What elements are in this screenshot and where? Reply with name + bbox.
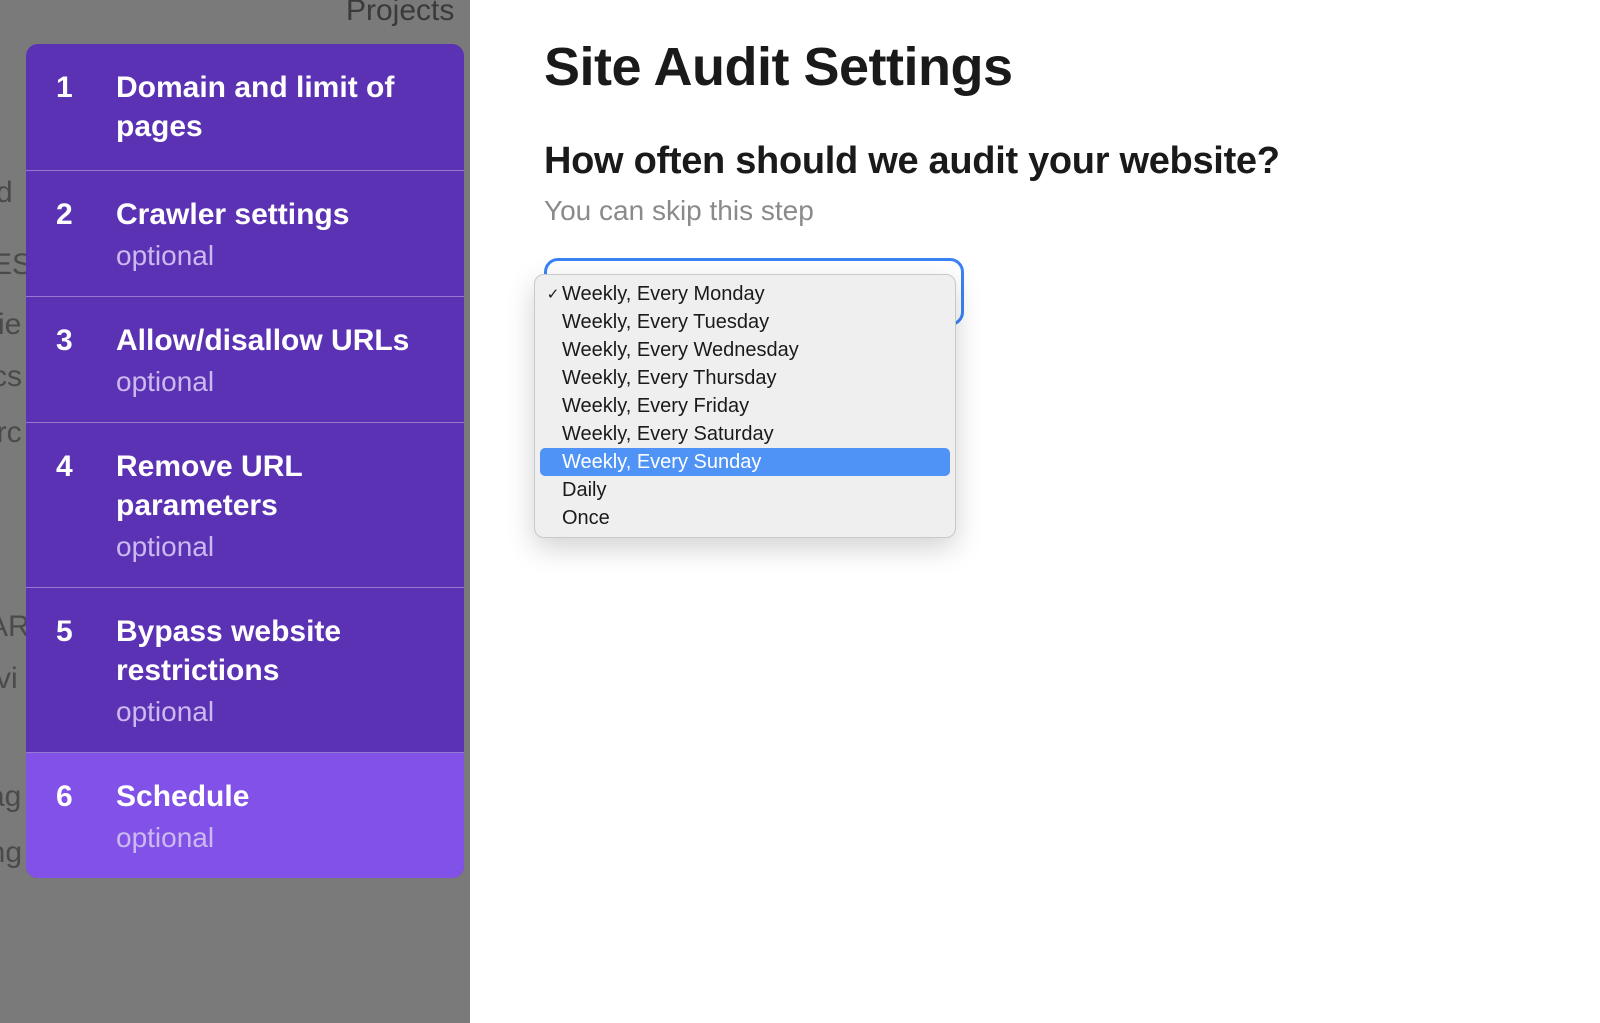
- step-number: 2: [56, 195, 116, 234]
- nav-projects[interactable]: Projects: [346, 0, 454, 28]
- wizard-step-schedule[interactable]: 6 Schedule optional: [26, 753, 464, 878]
- wizard-step-crawler[interactable]: 2 Crawler settings optional: [26, 171, 464, 297]
- dropdown-option-thursday[interactable]: Weekly, Every Thursday: [540, 364, 950, 392]
- dropdown-option-sunday[interactable]: Weekly, Every Sunday: [540, 448, 950, 476]
- main-content: Site Audit Settings How often should we …: [544, 36, 1580, 227]
- option-label: Weekly, Every Saturday: [562, 423, 942, 446]
- option-label: Weekly, Every Tuesday: [562, 311, 942, 334]
- option-label: Daily: [562, 479, 942, 502]
- bg-text: cs: [0, 360, 22, 394]
- dropdown-option-wednesday[interactable]: Weekly, Every Wednesday: [540, 336, 950, 364]
- wizard-step-domain[interactable]: 1 Domain and limit of pages: [26, 44, 464, 171]
- step-number: 5: [56, 612, 116, 651]
- step-subtitle: optional: [116, 531, 444, 563]
- bg-text: vi: [0, 662, 18, 696]
- step-title: Crawler settings: [116, 195, 444, 234]
- step-title: Schedule: [116, 777, 444, 816]
- dropdown-option-monday[interactable]: ✓ Weekly, Every Monday: [540, 280, 950, 308]
- step-subtitle: optional: [116, 822, 444, 854]
- wizard-step-urls[interactable]: 3 Allow/disallow URLs optional: [26, 297, 464, 423]
- step-subtitle: optional: [116, 240, 444, 272]
- step-title: Remove URL parameters: [116, 447, 444, 525]
- wizard-step-bypass[interactable]: 5 Bypass website restrictions optional: [26, 588, 464, 753]
- option-label: Weekly, Every Friday: [562, 395, 942, 418]
- step-subtitle: optional: [116, 696, 444, 728]
- option-label: Weekly, Every Wednesday: [562, 339, 942, 362]
- wizard-sidebar: 1 Domain and limit of pages 2 Crawler se…: [26, 44, 464, 878]
- check-icon: ✓: [544, 285, 562, 303]
- page-subtitle: How often should we audit your website?: [544, 140, 1580, 183]
- option-label: Once: [562, 507, 942, 530]
- step-title: Domain and limit of pages: [116, 68, 444, 146]
- step-number: 3: [56, 321, 116, 360]
- dropdown-option-once[interactable]: Once: [540, 504, 950, 532]
- step-title: Allow/disallow URLs: [116, 321, 444, 360]
- bg-text: arc: [0, 416, 22, 450]
- bg-text: rd: [0, 176, 13, 210]
- step-number: 6: [56, 777, 116, 816]
- dropdown-option-daily[interactable]: Daily: [540, 476, 950, 504]
- step-subtitle: optional: [116, 366, 444, 398]
- option-label: Weekly, Every Monday: [562, 283, 942, 306]
- step-number: 4: [56, 447, 116, 486]
- bg-text: ing: [0, 836, 22, 870]
- bg-text: ag: [0, 780, 21, 814]
- page-hint: You can skip this step: [544, 195, 1580, 227]
- dropdown-option-friday[interactable]: Weekly, Every Friday: [540, 392, 950, 420]
- option-label: Weekly, Every Sunday: [562, 451, 942, 474]
- schedule-dropdown[interactable]: ✓ Weekly, Every Monday Weekly, Every Tue…: [534, 274, 956, 538]
- option-label: Weekly, Every Thursday: [562, 367, 942, 390]
- page-title: Site Audit Settings: [544, 36, 1580, 98]
- dropdown-option-tuesday[interactable]: Weekly, Every Tuesday: [540, 308, 950, 336]
- bg-text: ie: [0, 308, 21, 342]
- step-title: Bypass website restrictions: [116, 612, 444, 690]
- wizard-step-url-params[interactable]: 4 Remove URL parameters optional: [26, 423, 464, 588]
- dropdown-option-saturday[interactable]: Weekly, Every Saturday: [540, 420, 950, 448]
- step-number: 1: [56, 68, 116, 107]
